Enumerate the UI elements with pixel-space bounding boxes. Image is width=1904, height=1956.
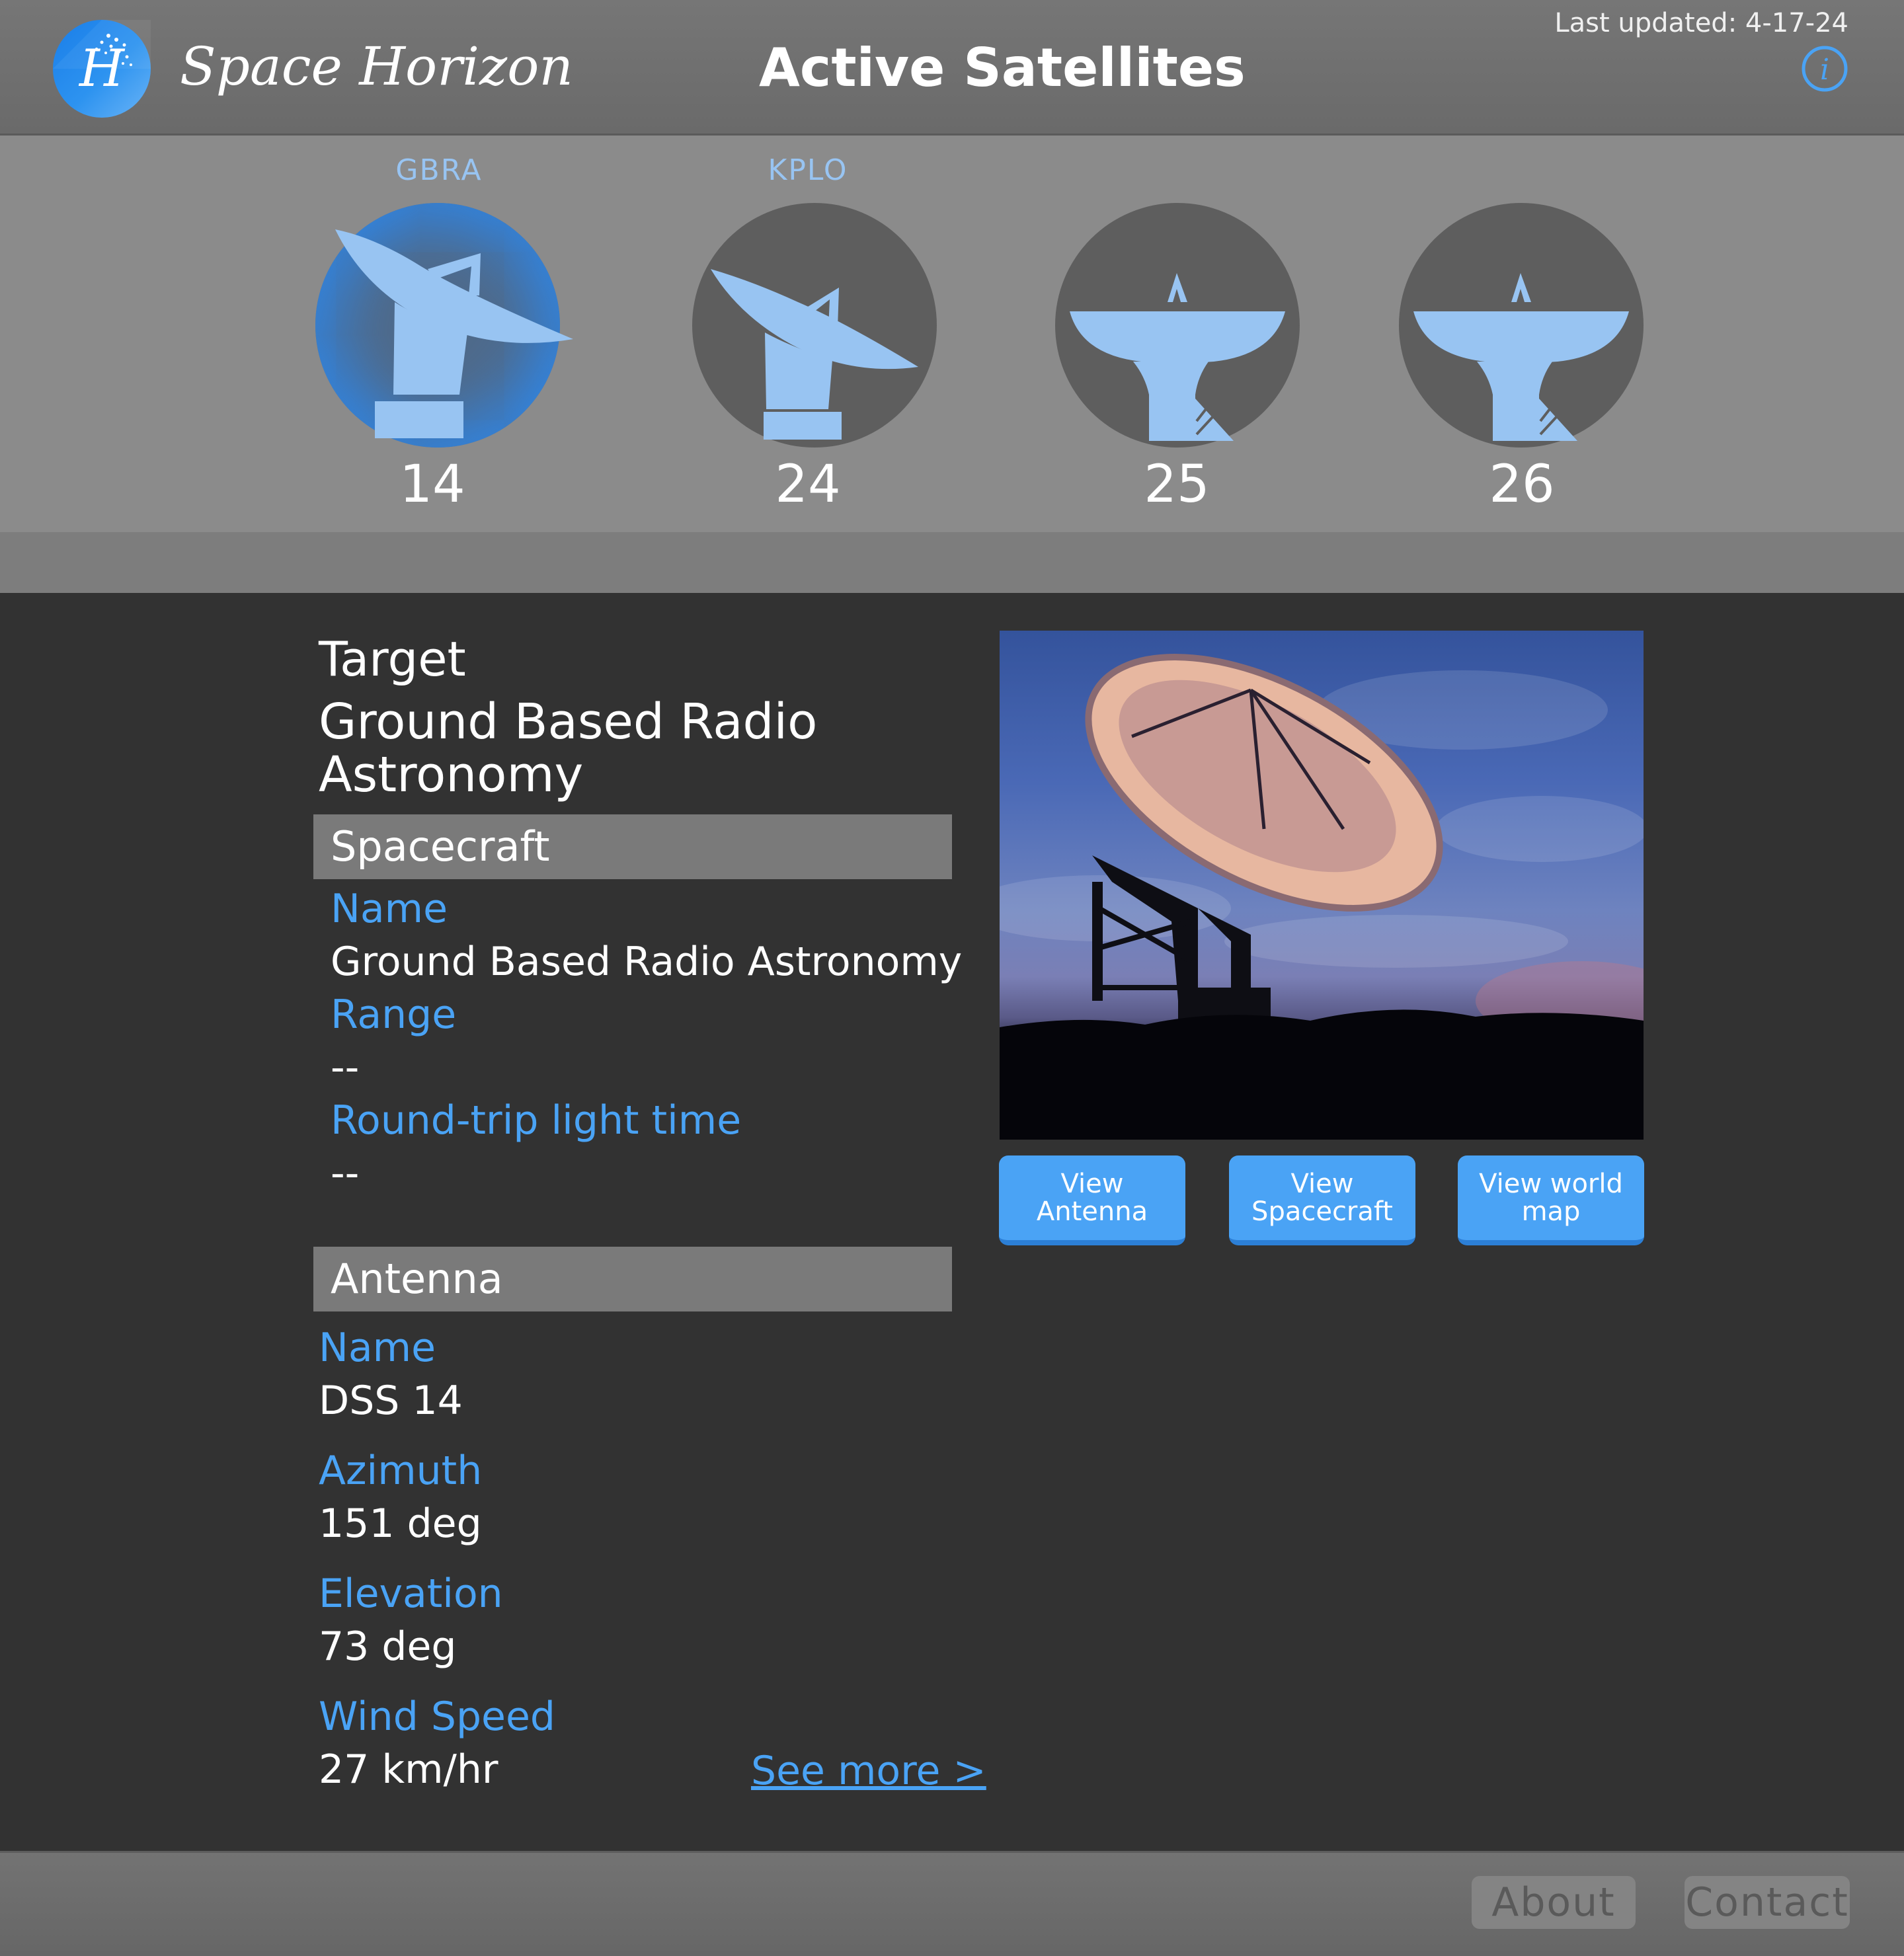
antenna-number-14: 14 xyxy=(399,455,465,514)
antenna-name-value: DSS 14 xyxy=(319,1378,463,1424)
see-more-link[interactable]: See more > xyxy=(751,1748,986,1794)
wind-speed-value: 27 km/hr xyxy=(319,1746,498,1793)
wind-speed-label: Wind Speed xyxy=(319,1694,555,1740)
spacecraft-rtlt-label: Round-trip light time xyxy=(331,1097,742,1144)
target-name: Ground Based Radio Astronomy xyxy=(319,693,818,803)
spacecraft-range-value: -- xyxy=(331,1044,360,1091)
azimuth-value: 151 deg xyxy=(319,1501,482,1547)
antenna-section-header: Antenna xyxy=(313,1247,952,1311)
radio-telescope-photo xyxy=(1000,654,1644,1140)
spacecraft-section-title: Spacecraft xyxy=(331,822,550,871)
strip-divider xyxy=(0,532,1904,593)
spacecraft-rtlt-value: -- xyxy=(331,1150,360,1196)
view-spacecraft-button[interactable]: View Spacecraft xyxy=(1229,1155,1415,1245)
contact-button[interactable]: Contact xyxy=(1685,1876,1850,1929)
dish-antenna-icon xyxy=(335,229,573,438)
brand-name[interactable]: Space Horizon xyxy=(180,36,573,97)
spacecraft-name-value: Ground Based Radio Astronomy xyxy=(331,939,963,985)
elevation-label: Elevation xyxy=(319,1571,503,1617)
dish-antenna-icon xyxy=(1070,273,1285,441)
antenna-number-24: 24 xyxy=(775,455,841,514)
elevation-value: 73 deg xyxy=(319,1623,457,1670)
dish-antenna-icon xyxy=(711,269,918,440)
antenna-photo xyxy=(1000,631,1644,1140)
last-updated-text: Last updated: 4-17-24 xyxy=(1554,8,1848,38)
info-icon: i xyxy=(1802,46,1848,92)
spacecraft-range-label: Range xyxy=(331,992,457,1038)
azimuth-label: Azimuth xyxy=(319,1448,483,1494)
antenna-section-title: Antenna xyxy=(331,1255,503,1303)
spacecraft-name-label: Name xyxy=(331,886,448,932)
spacecraft-section-header: Spacecraft xyxy=(313,814,952,879)
satellite-label-kplo: KPLO xyxy=(768,153,848,187)
brand-logo-letter: H xyxy=(79,39,125,98)
svg-text:i: i xyxy=(1820,53,1829,87)
view-antenna-button[interactable]: View Antenna xyxy=(999,1155,1185,1245)
antenna-number-25: 25 xyxy=(1144,455,1210,514)
satellite-label-gbra: GBRA xyxy=(395,153,483,187)
target-heading: Target xyxy=(319,631,466,687)
antenna-number-26: 26 xyxy=(1489,455,1555,514)
dish-antenna-icon xyxy=(1413,273,1629,441)
antenna-name-label: Name xyxy=(319,1325,436,1371)
view-world-map-button[interactable]: View world map xyxy=(1458,1155,1644,1245)
info-button[interactable]: i xyxy=(1801,45,1848,93)
about-button[interactable]: About xyxy=(1472,1876,1636,1929)
page-title: Active Satellites xyxy=(759,37,1246,98)
